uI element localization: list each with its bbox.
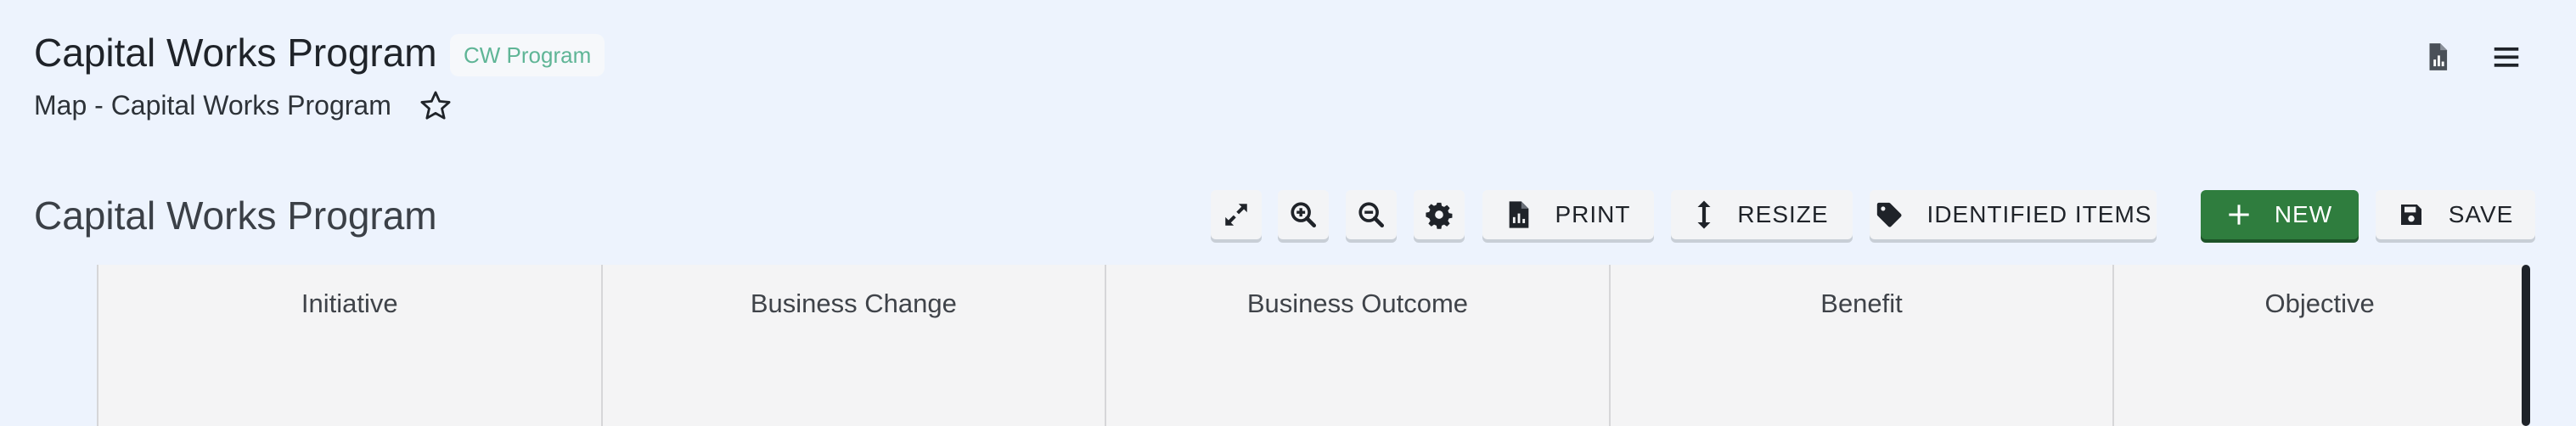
document-chart-icon	[1509, 201, 1528, 228]
save-button-label: SAVE	[2448, 201, 2514, 227]
identified-items-button[interactable]: IDENTIFIED ITEMS	[1870, 190, 2157, 239]
plus-icon	[2229, 205, 2249, 225]
print-button[interactable]: PRINT	[1482, 190, 1654, 239]
settings-button[interactable]	[1414, 190, 1465, 239]
page-subtitle: Map - Capital Works Program	[34, 90, 391, 121]
vertical-scrollbar[interactable]	[2522, 265, 2530, 426]
star-icon	[420, 91, 451, 120]
expand-icon	[1225, 204, 1247, 226]
print-button-label: PRINT	[1555, 201, 1631, 227]
floppy-disk-icon	[2400, 205, 2421, 225]
hamburger-menu-icon	[2494, 47, 2519, 67]
favorite-star-button[interactable]	[418, 88, 453, 124]
new-button[interactable]: NEW	[2201, 190, 2359, 239]
grid-column-objective: Objective	[2112, 265, 2525, 426]
program-tag-badge[interactable]: CW Program	[450, 34, 605, 76]
tag-icon	[1876, 202, 1902, 227]
expand-button[interactable]	[1211, 190, 1262, 239]
grid-column-initiative: Initiative	[97, 265, 601, 426]
zoom-out-button[interactable]	[1346, 190, 1397, 239]
save-button[interactable]: SAVE	[2376, 190, 2535, 239]
page-title: Capital Works Program	[34, 31, 437, 75]
column-header-initiative: Initiative	[301, 289, 398, 318]
grid-column-business-outcome: Business Outcome	[1105, 265, 1609, 426]
zoom-in-icon	[1291, 202, 1317, 228]
zoom-in-button[interactable]	[1278, 190, 1329, 239]
zoom-out-icon	[1358, 202, 1385, 228]
main-menu-button[interactable]	[2489, 41, 2523, 73]
column-header-benefit: Benefit	[1820, 289, 1903, 318]
grid-column-benefit: Benefit	[1608, 265, 2113, 426]
column-header-business-change: Business Change	[750, 289, 957, 318]
resize-button-label: RESIZE	[1737, 201, 1829, 227]
vertical-arrows-icon	[1697, 200, 1711, 229]
gear-icon	[1426, 202, 1453, 229]
column-header-business-outcome: Business Outcome	[1246, 289, 1469, 318]
map-section-title: Capital Works Program	[34, 193, 437, 238]
identified-items-label: IDENTIFIED ITEMS	[1926, 201, 2152, 227]
new-button-label: NEW	[2274, 201, 2333, 227]
column-header-objective: Objective	[2264, 289, 2375, 318]
grid-column-business-change: Business Change	[600, 265, 1105, 426]
document-chart-icon	[2429, 43, 2448, 70]
map-grid: Initiative Business Change Business Outc…	[97, 265, 2525, 426]
resize-button[interactable]: RESIZE	[1671, 190, 1853, 239]
report-button[interactable]	[2421, 41, 2454, 73]
